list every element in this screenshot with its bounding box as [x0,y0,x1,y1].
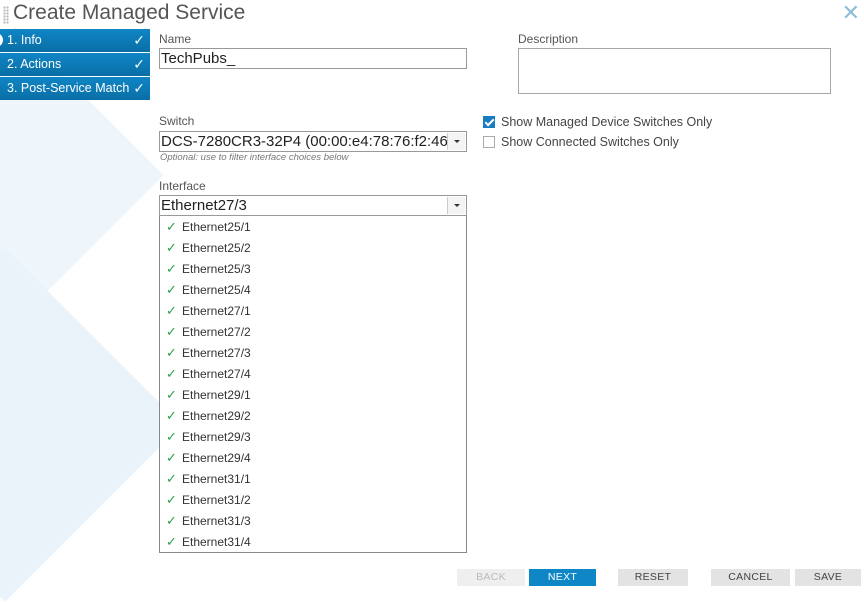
interface-option[interactable]: ✓ Ethernet27/1 [160,300,466,321]
interface-option[interactable]: ✓ Ethernet29/2 [160,405,466,426]
interface-option[interactable]: ✓ Ethernet25/2 [160,237,466,258]
step-actions[interactable]: 2. Actions ✓ [0,53,150,76]
step-post-service-match[interactable]: 3. Post-Service Match ✓ [0,77,150,100]
dialog-title-bar: Create Managed Service ✕ [0,0,864,28]
interface-option[interactable]: ✓ Ethernet25/3 [160,258,466,279]
check-icon: ✓ [166,471,177,486]
interface-option[interactable]: ✓ Ethernet29/4 [160,447,466,468]
check-icon: ✓ [166,534,177,549]
name-input[interactable]: TechPubs_ [159,48,467,69]
option-label: Ethernet25/1 [182,220,251,234]
check-icon: ✓ [166,303,177,318]
connected-switches-only-checkbox[interactable]: Show Connected Switches Only [483,135,679,149]
option-label: Ethernet29/4 [182,451,251,465]
description-field[interactable] [518,48,831,94]
managed-switches-only-checkbox[interactable]: Show Managed Device Switches Only [483,115,712,129]
wizard-steps: 1. Info ✓ 2. Actions ✓ 3. Post-Service M… [0,29,150,101]
check-icon: ✓ [133,80,145,96]
interface-option[interactable]: ✓ Ethernet29/1 [160,384,466,405]
save-button[interactable]: SAVE [795,569,861,586]
switch-label: Switch [159,114,195,128]
description-label: Description [518,32,579,46]
step-info[interactable]: 1. Info ✓ [0,29,150,52]
option-label: Ethernet25/4 [182,283,251,297]
checkbox-label: Show Managed Device Switches Only [501,115,713,129]
check-icon: ✓ [166,387,177,402]
option-label: Ethernet31/2 [182,493,251,507]
switch-selected-value: DCS-7280CR3-32P4 (00:00:e4:78:76:f2:46 [161,133,448,150]
check-icon: ✓ [133,56,145,72]
check-icon: ✓ [166,240,177,255]
option-label: Ethernet27/2 [182,325,251,339]
check-icon: ✓ [166,282,177,297]
switch-select[interactable]: DCS-7280CR3-32P4 (00:00:e4:78:76:f2:46 [159,131,467,152]
option-label: Ethernet29/3 [182,430,251,444]
check-icon: ✓ [166,261,177,276]
check-icon: ✓ [133,32,145,48]
interface-option[interactable]: ✓ Ethernet29/3 [160,426,466,447]
option-label: Ethernet27/3 [182,346,251,360]
step-label: 3. Post-Service Match [7,81,130,95]
interface-option[interactable]: ✓ Ethernet27/4 [160,363,466,384]
chevron-down-icon[interactable] [447,133,465,150]
interface-selected-value: Ethernet27/3 [161,197,247,214]
option-label: Ethernet25/2 [182,241,251,255]
name-label: Name [159,32,192,46]
check-icon: ✓ [166,450,177,465]
interface-select[interactable]: Ethernet27/3 [159,195,467,216]
check-icon: ✓ [166,345,177,360]
check-icon: ✓ [166,492,177,507]
check-icon: ✓ [166,324,177,339]
chevron-down-icon[interactable] [447,197,465,214]
switch-hint: Optional: use to filter interface choice… [160,152,349,163]
check-icon: ✓ [166,408,177,423]
option-label: Ethernet31/1 [182,472,251,486]
back-button[interactable]: BACK [457,569,525,586]
option-label: Ethernet29/2 [182,409,251,423]
dialog-title: Create Managed Service [13,1,246,24]
option-label: Ethernet31/4 [182,535,251,549]
interface-option[interactable]: ✓ Ethernet25/4 [160,279,466,300]
checkbox-label: Show Connected Switches Only [501,135,679,149]
interface-option[interactable]: ✓ Ethernet31/4 [160,531,466,552]
option-label: Ethernet31/3 [182,514,251,528]
check-icon: ✓ [166,366,177,381]
background-arrow-shape [0,248,182,602]
reset-button[interactable]: RESET [618,569,688,586]
interface-dropdown-list: ✓ Ethernet25/1 ✓ Ethernet25/2 ✓ Ethernet25/… [159,216,467,553]
drag-grip-icon[interactable] [3,6,9,24]
cancel-button[interactable]: CANCEL [711,569,790,586]
interface-option[interactable]: ✓ Ethernet31/2 [160,489,466,510]
interface-option[interactable]: ✓ Ethernet25/1 [160,216,466,237]
interface-option[interactable]: ✓ Ethernet27/3 [160,342,466,363]
option-label: Ethernet25/3 [182,262,251,276]
check-icon: ✓ [166,513,177,528]
checkbox-unchecked-icon[interactable] [483,136,495,148]
check-icon: ✓ [166,429,177,444]
step-label: 1. Info [7,33,42,47]
option-label: Ethernet27/1 [182,304,251,318]
next-button[interactable]: NEXT [529,569,596,586]
step-label: 2. Actions [7,57,62,71]
checkbox-checked-icon[interactable] [483,116,495,128]
option-label: Ethernet27/4 [182,367,251,381]
close-icon[interactable]: ✕ [842,2,860,24]
interface-option[interactable]: ✓ Ethernet31/1 [160,468,466,489]
option-label: Ethernet29/1 [182,388,251,402]
interface-label: Interface [159,179,206,193]
interface-option[interactable]: ✓ Ethernet27/2 [160,321,466,342]
interface-option[interactable]: ✓ Ethernet31/3 [160,510,466,531]
check-icon: ✓ [166,219,177,234]
